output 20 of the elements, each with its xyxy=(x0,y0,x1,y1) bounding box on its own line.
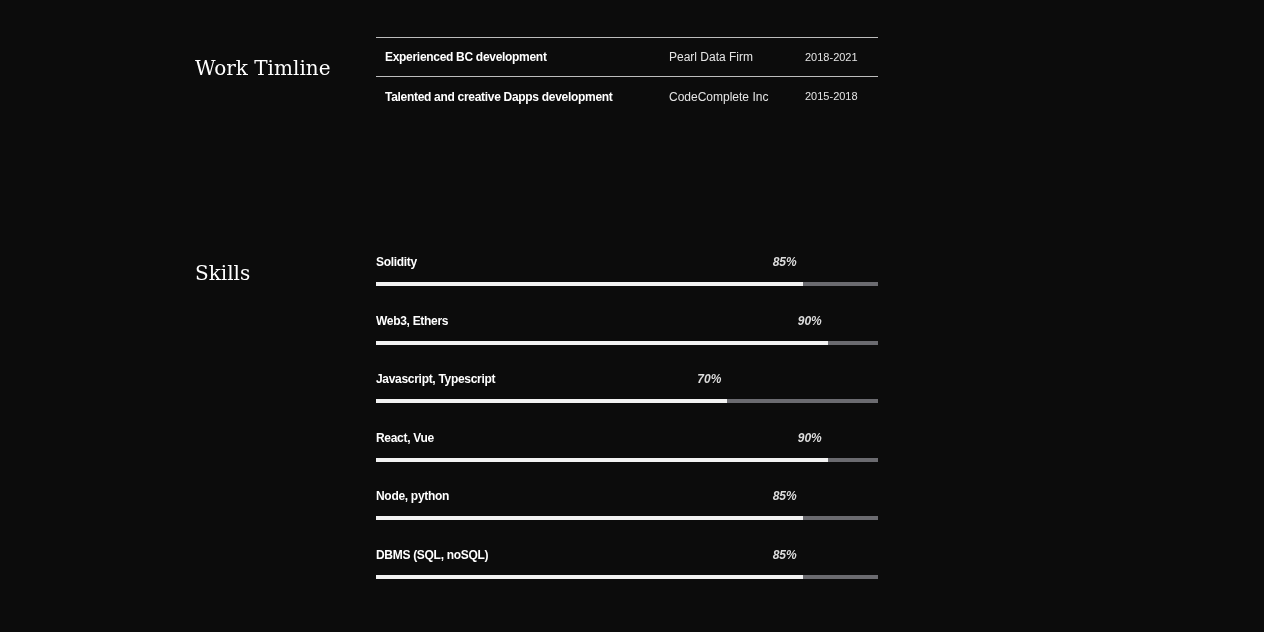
table-cell-text: 2018-2021 xyxy=(805,49,858,65)
table-cell-text: 2015-2018 xyxy=(805,89,858,105)
skill-label: Node, python xyxy=(376,488,450,506)
percent-label: 90% xyxy=(797,429,823,447)
table-cell-text: CodeComplete Inc xyxy=(669,88,770,106)
skill-label: Web3, Ethers xyxy=(376,312,449,330)
skill-label: Solidity xyxy=(376,254,417,271)
table-cell-text: Experienced BC development xyxy=(385,49,548,66)
section-heading: Work Timline xyxy=(195,55,332,82)
percent-label: 85% xyxy=(772,546,798,564)
section-heading: Skills xyxy=(195,260,252,287)
skill-label: Javascript, Typescript xyxy=(376,371,496,389)
percent-label: 70% xyxy=(697,371,723,389)
skill-label: React, Vue xyxy=(376,429,434,447)
percent-label: 90% xyxy=(797,312,823,330)
percent-label: 85% xyxy=(772,488,798,506)
table-cell-text: Talented and creative Dapps development xyxy=(385,88,614,106)
table-cell-text: Pearl Data Firm xyxy=(669,49,755,66)
percent-label: 85% xyxy=(772,254,798,271)
skill-label: DBMS (SQL, noSQL) xyxy=(376,546,489,564)
